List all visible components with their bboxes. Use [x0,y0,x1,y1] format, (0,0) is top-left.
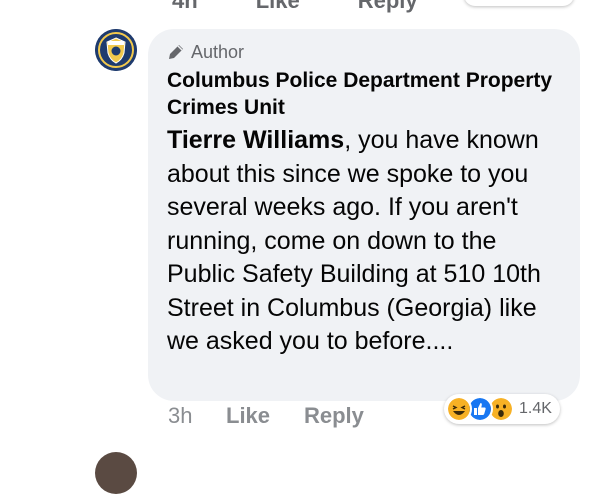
author-badge-label: Author [191,41,245,62]
previous-comment-time: 4h [172,0,198,13]
previous-comment-reactions[interactable] [464,0,574,6]
reply-button[interactable]: Reply [304,403,364,429]
comment-body: , you have known about this since we spo… [167,126,541,355]
comment-actions: 3h Like Reply [168,403,364,429]
previous-comment-reply-button[interactable]: Reply [358,0,418,14]
like-button[interactable]: Like [226,403,304,429]
comment-text: Tierre Williams, you have known about th… [167,124,560,359]
comment-bubble: Author Columbus Police Department Proper… [148,29,580,401]
reactions-summary[interactable]: 1.4K [444,394,560,424]
pencil-icon [169,45,183,59]
mention-link[interactable]: Tierre Williams [167,126,344,154]
comment-timestamp[interactable]: 3h [168,403,226,429]
avatar[interactable] [95,29,137,71]
reaction-count: 1.4K [519,400,552,417]
police-badge-icon [95,29,137,71]
previous-comment-actions: 4h Like Reply [172,0,418,14]
commenter-name[interactable]: Columbus Police Department Property Crim… [167,67,560,121]
author-badge: Author [167,41,560,63]
haha-icon [446,396,472,422]
next-comment-avatar[interactable] [95,452,137,494]
previous-comment-like-button[interactable]: Like [256,0,300,14]
